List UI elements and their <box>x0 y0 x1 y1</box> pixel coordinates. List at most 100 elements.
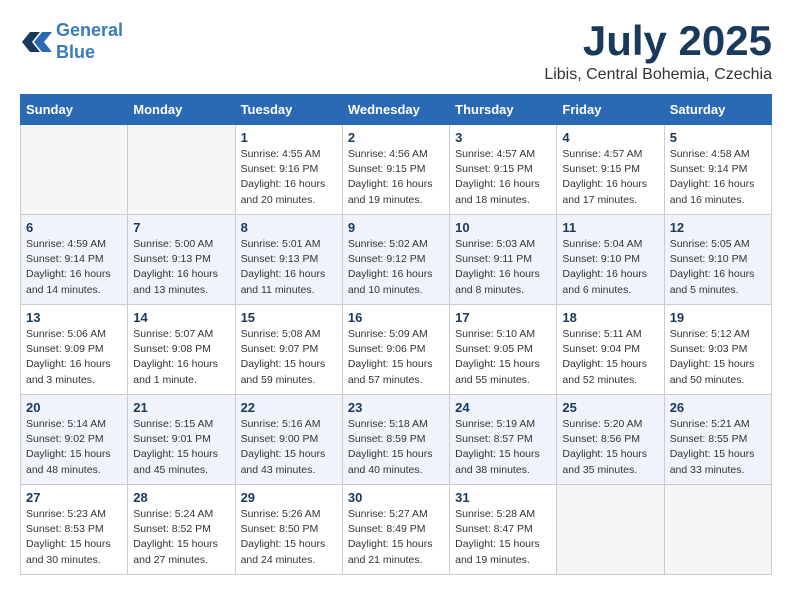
logo-text: General Blue <box>56 20 123 63</box>
day-info: Sunrise: 5:23 AM Sunset: 8:53 PM Dayligh… <box>26 507 122 568</box>
day-number: 12 <box>670 220 766 235</box>
calendar-cell: 14 Sunrise: 5:07 AM Sunset: 9:08 PM Dayli… <box>128 305 235 395</box>
calendar-cell: 28 Sunrise: 5:24 AM Sunset: 8:52 PM Dayli… <box>128 485 235 575</box>
day-number: 6 <box>26 220 122 235</box>
calendar-cell: 7 Sunrise: 5:00 AM Sunset: 9:13 PM Daylig… <box>128 215 235 305</box>
calendar-cell: 19 Sunrise: 5:12 AM Sunset: 9:03 PM Dayli… <box>664 305 771 395</box>
day-number: 24 <box>455 400 551 415</box>
calendar-cell: 1 Sunrise: 4:55 AM Sunset: 9:16 PM Daylig… <box>235 125 342 215</box>
day-info: Sunrise: 5:03 AM Sunset: 9:11 PM Dayligh… <box>455 237 551 298</box>
day-info: Sunrise: 5:08 AM Sunset: 9:07 PM Dayligh… <box>241 327 337 388</box>
day-info: Sunrise: 5:27 AM Sunset: 8:49 PM Dayligh… <box>348 507 444 568</box>
calendar-cell: 8 Sunrise: 5:01 AM Sunset: 9:13 PM Daylig… <box>235 215 342 305</box>
calendar-cell: 10Sunrise: 5:03 AM Sunset: 9:11 PM Dayli… <box>450 215 557 305</box>
calendar-cell: 2 Sunrise: 4:56 AM Sunset: 9:15 PM Daylig… <box>342 125 449 215</box>
col-header-thursday: Thursday <box>450 95 557 125</box>
calendar-cell: 31 Sunrise: 5:28 AM Sunset: 8:47 PM Dayli… <box>450 485 557 575</box>
page-header: General Blue July 2025 Libis, Central Bo… <box>20 20 772 84</box>
day-info: Sunrise: 5:24 AM Sunset: 8:52 PM Dayligh… <box>133 507 229 568</box>
day-info: Sunrise: 5:19 AM Sunset: 8:57 PM Dayligh… <box>455 417 551 478</box>
day-number: 2 <box>348 130 444 145</box>
calendar-cell: 11 Sunrise: 5:04 AM Sunset: 9:10 PM Dayli… <box>557 215 664 305</box>
calendar-cell: 4 Sunrise: 4:57 AM Sunset: 9:15 PM Daylig… <box>557 125 664 215</box>
calendar-cell: 13 Sunrise: 5:06 AM Sunset: 9:09 PM Dayli… <box>21 305 128 395</box>
calendar-cell: 21 Sunrise: 5:15 AM Sunset: 9:01 PM Dayli… <box>128 395 235 485</box>
day-number: 17 <box>455 310 551 325</box>
calendar-cell: 25Sunrise: 5:20 AM Sunset: 8:56 PM Dayli… <box>557 395 664 485</box>
day-number: 23 <box>348 400 444 415</box>
day-info: Sunrise: 5:15 AM Sunset: 9:01 PM Dayligh… <box>133 417 229 478</box>
col-header-monday: Monday <box>128 95 235 125</box>
calendar-cell: 6 Sunrise: 4:59 AM Sunset: 9:14 PM Daylig… <box>21 215 128 305</box>
logo-icon <box>20 26 52 58</box>
day-info: Sunrise: 4:57 AM Sunset: 9:15 PM Dayligh… <box>455 147 551 208</box>
calendar-cell: 27 Sunrise: 5:23 AM Sunset: 8:53 PM Dayli… <box>21 485 128 575</box>
day-number: 27 <box>26 490 122 505</box>
calendar-cell: 3 Sunrise: 4:57 AM Sunset: 9:15 PM Daylig… <box>450 125 557 215</box>
month-title: July 2025 <box>544 20 772 62</box>
calendar-cell <box>128 125 235 215</box>
day-number: 3 <box>455 130 551 145</box>
day-info: Sunrise: 5:12 AM Sunset: 9:03 PM Dayligh… <box>670 327 766 388</box>
day-info: Sunrise: 5:00 AM Sunset: 9:13 PM Dayligh… <box>133 237 229 298</box>
day-info: Sunrise: 5:26 AM Sunset: 8:50 PM Dayligh… <box>241 507 337 568</box>
logo: General Blue <box>20 20 123 63</box>
day-number: 7 <box>133 220 229 235</box>
col-header-friday: Friday <box>557 95 664 125</box>
day-info: Sunrise: 5:07 AM Sunset: 9:08 PM Dayligh… <box>133 327 229 388</box>
calendar-cell: 12 Sunrise: 5:05 AM Sunset: 9:10 PM Dayli… <box>664 215 771 305</box>
day-info: Sunrise: 4:58 AM Sunset: 9:14 PM Dayligh… <box>670 147 766 208</box>
day-number: 9 <box>348 220 444 235</box>
day-number: 1 <box>241 130 337 145</box>
calendar-cell: 26Sunrise: 5:21 AM Sunset: 8:55 PM Dayli… <box>664 395 771 485</box>
title-block: July 2025 Libis, Central Bohemia, Czechi… <box>544 20 772 84</box>
day-number: 21 <box>133 400 229 415</box>
calendar-cell: 23 Sunrise: 5:18 AM Sunset: 8:59 PM Dayli… <box>342 395 449 485</box>
day-number: 4 <box>562 130 658 145</box>
day-number: 30 <box>348 490 444 505</box>
day-info: Sunrise: 4:57 AM Sunset: 9:15 PM Dayligh… <box>562 147 658 208</box>
day-info: Sunrise: 5:11 AM Sunset: 9:04 PM Dayligh… <box>562 327 658 388</box>
calendar-cell: 5 Sunrise: 4:58 AM Sunset: 9:14 PM Daylig… <box>664 125 771 215</box>
day-info: Sunrise: 5:04 AM Sunset: 9:10 PM Dayligh… <box>562 237 658 298</box>
day-info: Sunrise: 5:18 AM Sunset: 8:59 PM Dayligh… <box>348 417 444 478</box>
location: Libis, Central Bohemia, Czechia <box>544 66 772 84</box>
day-info: Sunrise: 4:59 AM Sunset: 9:14 PM Dayligh… <box>26 237 122 298</box>
calendar-cell: 16 Sunrise: 5:09 AM Sunset: 9:06 PM Dayli… <box>342 305 449 395</box>
calendar-cell: 17 Sunrise: 5:10 AM Sunset: 9:05 PM Dayli… <box>450 305 557 395</box>
day-number: 25 <box>562 400 658 415</box>
calendar-cell <box>557 485 664 575</box>
day-info: Sunrise: 5:09 AM Sunset: 9:06 PM Dayligh… <box>348 327 444 388</box>
day-number: 5 <box>670 130 766 145</box>
day-info: Sunrise: 5:16 AM Sunset: 9:00 PM Dayligh… <box>241 417 337 478</box>
day-number: 14 <box>133 310 229 325</box>
day-number: 8 <box>241 220 337 235</box>
calendar-cell: 30 Sunrise: 5:27 AM Sunset: 8:49 PM Dayli… <box>342 485 449 575</box>
day-info: Sunrise: 5:05 AM Sunset: 9:10 PM Dayligh… <box>670 237 766 298</box>
day-info: Sunrise: 4:56 AM Sunset: 9:15 PM Dayligh… <box>348 147 444 208</box>
calendar-cell <box>664 485 771 575</box>
day-info: Sunrise: 5:01 AM Sunset: 9:13 PM Dayligh… <box>241 237 337 298</box>
col-header-saturday: Saturday <box>664 95 771 125</box>
col-header-sunday: Sunday <box>21 95 128 125</box>
calendar-cell: 24 Sunrise: 5:19 AM Sunset: 8:57 PM Dayli… <box>450 395 557 485</box>
calendar-cell <box>21 125 128 215</box>
day-info: Sunrise: 4:55 AM Sunset: 9:16 PM Dayligh… <box>241 147 337 208</box>
day-number: 18 <box>562 310 658 325</box>
day-number: 29 <box>241 490 337 505</box>
day-number: 11 <box>562 220 658 235</box>
day-number: 28 <box>133 490 229 505</box>
day-info: Sunrise: 5:28 AM Sunset: 8:47 PM Dayligh… <box>455 507 551 568</box>
day-info: Sunrise: 5:10 AM Sunset: 9:05 PM Dayligh… <box>455 327 551 388</box>
day-info: Sunrise: 5:02 AM Sunset: 9:12 PM Dayligh… <box>348 237 444 298</box>
day-info: Sunrise: 5:06 AM Sunset: 9:09 PM Dayligh… <box>26 327 122 388</box>
day-number: 13 <box>26 310 122 325</box>
day-number: 31 <box>455 490 551 505</box>
calendar-table: SundayMondayTuesdayWednesdayThursdayFrid… <box>20 94 772 575</box>
calendar-cell: 22Sunrise: 5:16 AM Sunset: 9:00 PM Dayli… <box>235 395 342 485</box>
day-number: 16 <box>348 310 444 325</box>
calendar-cell: 18 Sunrise: 5:11 AM Sunset: 9:04 PM Dayli… <box>557 305 664 395</box>
day-number: 19 <box>670 310 766 325</box>
day-number: 20 <box>26 400 122 415</box>
day-number: 15 <box>241 310 337 325</box>
